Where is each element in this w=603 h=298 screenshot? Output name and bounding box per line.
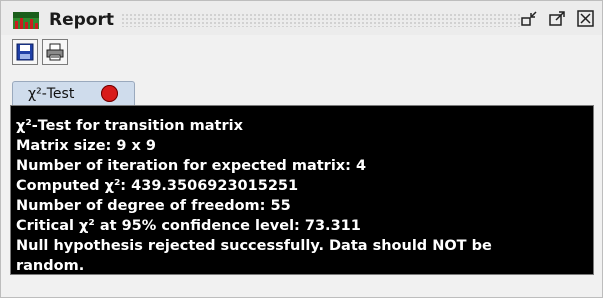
report-window: Report χ²-Test χ²-Test for transition ma… [0,0,603,298]
app-icon [13,12,39,29]
maximize-button[interactable] [547,10,567,28]
report-line: Computed χ²: 439.3506923015251 [16,178,299,194]
report-line: χ²-Test for transition matrix [16,118,243,134]
close-icon [577,10,594,27]
tab-bar: χ²-Test [1,75,602,105]
report-line: Number of degree of freedom: 55 [16,198,291,214]
close-button[interactable] [576,10,596,28]
print-button[interactable] [42,39,68,65]
print-icon [46,43,64,61]
report-line: Number of iteration for expected matrix:… [16,158,367,174]
minimize-icon [521,11,537,26]
save-icon [16,43,34,61]
status-indicator-icon [101,85,118,102]
tab-label: χ²-Test [28,86,75,102]
toolbar [1,35,602,75]
report-line: random. [16,258,85,274]
report-line: Matrix size: 9 x 9 [16,138,157,154]
tab-chi-square-test[interactable]: χ²-Test [12,81,135,105]
window-title: Report [49,10,114,30]
title-bar-texture [121,13,521,27]
save-button[interactable] [12,39,38,65]
minimize-button[interactable] [519,10,539,28]
report-text-area[interactable]: χ²-Test for transition matrix Matrix siz… [10,105,594,275]
maximize-icon [549,11,565,26]
title-bar[interactable]: Report [1,1,602,35]
report-line: Null hypothesis rejected successfully. D… [16,238,492,254]
report-line: Critical χ² at 95% confidence level: 73.… [16,218,361,234]
